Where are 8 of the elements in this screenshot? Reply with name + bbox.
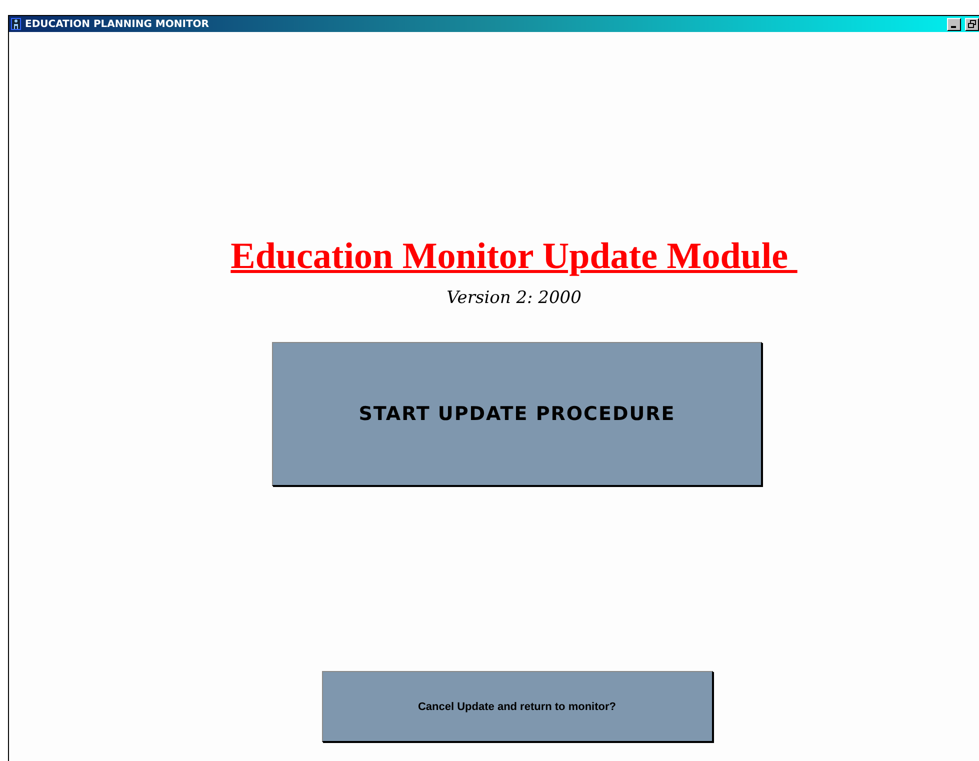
window-title: EDUCATION PLANNING MONITOR xyxy=(25,18,209,30)
restore-button[interactable] xyxy=(965,18,979,30)
app-icon xyxy=(11,18,21,30)
version-label: Version 2: 2000 xyxy=(446,287,582,309)
minimize-button[interactable] xyxy=(947,18,961,30)
cancel-button[interactable]: Cancel Update and return to monitor? xyxy=(322,671,712,742)
start-update-button[interactable]: START UPDATE PROCEDURE xyxy=(272,342,762,486)
restore-icon xyxy=(968,20,976,28)
